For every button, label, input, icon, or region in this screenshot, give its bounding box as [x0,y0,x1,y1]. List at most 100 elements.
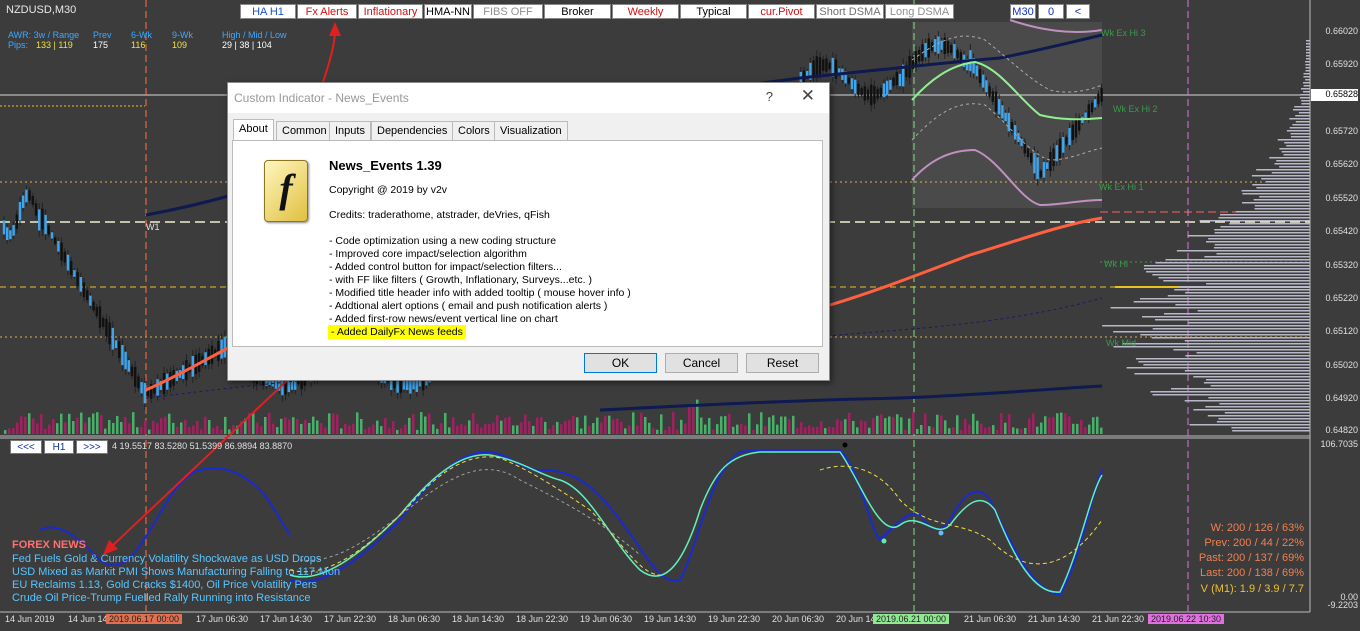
volume-profile-bar [1152,394,1310,396]
candle-body [1036,157,1039,180]
volume-profile-bar [1138,361,1310,363]
volume-profile-bar [1218,217,1310,219]
indicator-icon: f [264,160,308,222]
ha-h1-button[interactable]: HA H1 [240,4,296,19]
subwindow-prev-button[interactable]: <<< [10,440,42,454]
volume-profile-bar [1185,292,1310,294]
subwindow-next-button[interactable]: >>> [76,440,108,454]
volume-profile-bar [1146,271,1310,273]
ok-button[interactable]: OK [584,353,657,373]
tab-dependencies[interactable]: Dependencies [371,121,454,140]
volume-bar [1016,428,1019,434]
volume-bar [596,417,599,434]
news-item[interactable]: Crude Oil Price-Trump Fuelled Rally Runn… [12,592,311,604]
volume-profile-bar [1155,262,1310,264]
volume-profile-bar [1224,412,1310,414]
volume-profile-bar [1203,382,1310,384]
volume-bar [1032,413,1035,434]
volume-bar [184,419,187,434]
volume-bar [772,415,775,434]
fx-alerts-button[interactable]: Fx Alerts [297,4,357,19]
fibs-off-button[interactable]: FIBS OFF [473,4,543,19]
volume-profile-bar [1210,385,1310,387]
candle-body [66,254,70,271]
help-icon[interactable]: ? [766,89,773,104]
candle-body [857,83,860,95]
price-tick: 0.66020 [1325,26,1358,36]
prev-value: 175 [93,40,109,50]
volume-bar [976,420,979,434]
short-dsma-button[interactable]: Short DSMA [816,4,884,19]
volume-bar [428,413,431,434]
change-item: - Added first-row news/event vertical li… [329,313,558,325]
volume-bar [72,421,75,434]
dialog-titlebar[interactable]: Custom Indicator - News_Events ? ✕ [228,83,829,113]
close-icon[interactable]: ✕ [801,86,815,106]
typical-button[interactable]: Typical [680,4,747,19]
volume-profile-bar [1256,169,1310,171]
tab-common[interactable]: Common [276,121,333,140]
volume-bar [640,412,643,434]
broker-button[interactable]: Broker [544,4,611,19]
tab-colors[interactable]: Colors [452,121,496,140]
candle-body [73,270,76,277]
tab-inputs[interactable]: Inputs [329,121,371,140]
news-item[interactable]: Fed Fuels Gold & Currency Volatility Sho… [12,553,321,565]
volume-profile-bar [1290,133,1310,135]
volume-bar [124,417,127,434]
volume-profile-bar [1187,235,1310,237]
tab-visualization[interactable]: Visualization [494,121,568,140]
weekly-button[interactable]: Weekly [612,4,679,19]
candle-body [220,339,223,359]
volume-bar [888,416,891,434]
reset-button[interactable]: Reset [746,353,819,373]
volume-bar [516,425,519,434]
volume-bar [580,428,583,434]
back-button[interactable]: < [1066,4,1090,19]
hma-nn-button[interactable]: HMA-NN [424,4,472,19]
volume-bar [612,419,615,434]
timeframe-button[interactable]: M30 [1010,4,1036,19]
tab-about[interactable]: About [233,119,274,141]
time-flag-text: 2019.06.17 00:00 [109,614,180,624]
pips-label: Pips: [8,40,29,50]
change-item: - Addtional alert options ( email and pu… [329,300,608,312]
news-item[interactable]: EU Reclaims 1.13, Gold Cracks $1400, Oil… [12,579,317,591]
volume-bar [180,422,183,434]
volume-bar [216,425,219,434]
shift-button[interactable]: 0 [1038,4,1064,19]
volume-profile-bar [1235,211,1310,213]
volume-profile-bar [1189,424,1310,426]
volume-bar [652,428,655,434]
volume-profile-bar [1303,91,1310,93]
candle-body [38,209,41,231]
subwindow-tf-button[interactable]: H1 [44,440,74,454]
candle-body [1100,87,1103,102]
change-item: - Improved core impact/selection algorit… [329,248,527,260]
candle-body [924,42,927,58]
candle-body [873,85,876,104]
volume-bar [84,422,87,434]
cancel-button[interactable]: Cancel [665,353,738,373]
volume-profile-bar [1208,238,1310,240]
long-dsma-button[interactable]: Long DSMA [885,4,954,19]
candle-body [946,41,950,54]
volume-profile-bar [1303,76,1310,78]
volume-bar [256,422,259,434]
candle-body [18,201,22,221]
candle-body [108,322,111,345]
volume-profile-bar [1110,307,1310,309]
volume-bar [740,423,743,434]
volume-bar [432,424,435,434]
inflationary-button[interactable]: Inflationary [358,4,423,19]
volume-bar [496,415,499,434]
news-item[interactable]: USD Mixed as Markit PMI Shows Manufactur… [12,566,340,578]
volume-bar [36,423,39,434]
volume-bar [1012,427,1015,434]
volume-bar [112,422,115,434]
volume-profile-bar [1259,196,1310,198]
candle-body [124,351,127,370]
cur-pivot-button[interactable]: cur.Pivot [748,4,815,19]
time-flag-1: 2019.06.17 00:00 [106,614,183,624]
time-flag-2: 2019.06.21 00:00 [873,614,950,624]
